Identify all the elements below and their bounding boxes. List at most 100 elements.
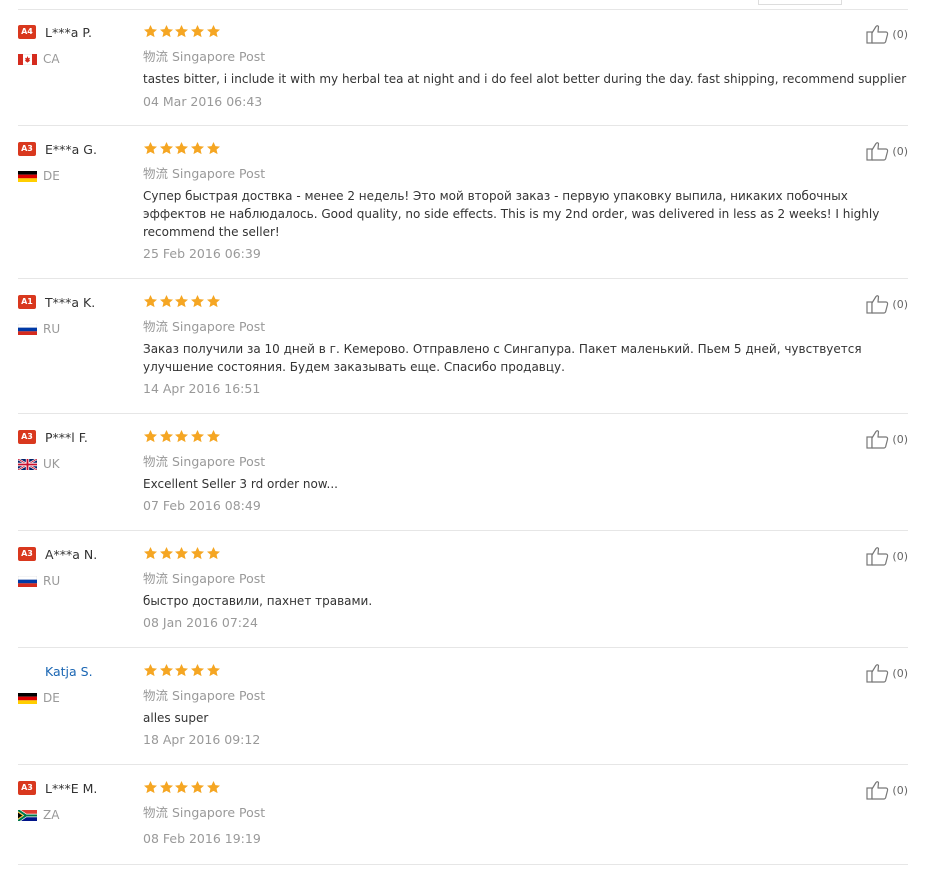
star-icon xyxy=(175,663,189,677)
logistics-label: 物流 xyxy=(143,319,169,334)
reviewer-info: A3 P***l F. UK xyxy=(18,429,138,471)
review-item: A3 L***E M. ZA 物流 Singapore Post 08 Feb … xyxy=(18,780,908,865)
reviewer-name: P***l F. xyxy=(45,429,88,445)
reviewer-info: Katja S. DE xyxy=(18,663,138,705)
buyer-level-badge: A3 xyxy=(18,547,36,561)
logistics-carrier: Singapore Post xyxy=(172,319,266,334)
star-icon xyxy=(144,780,157,794)
review-body: 物流 Singapore Post alles super 18 Apr 201… xyxy=(143,663,908,747)
helpful-button[interactable]: (0) xyxy=(866,141,908,161)
buyer-level-badge: A3 xyxy=(18,781,36,795)
reviewer-name: T***a K. xyxy=(45,294,96,310)
thumbs-up-icon xyxy=(866,430,889,449)
logistics-info: 物流 Singapore Post xyxy=(143,316,908,334)
star-icon xyxy=(206,780,220,794)
helpful-count: (0) xyxy=(892,666,908,680)
helpful-button[interactable]: (0) xyxy=(866,294,908,314)
buyer-level-badge: A3 xyxy=(18,430,36,444)
helpful-button[interactable]: (0) xyxy=(866,429,908,449)
thumbs-up-icon xyxy=(866,25,889,44)
reviewer-info: A4 L***a P. CA xyxy=(18,24,138,66)
logistics-carrier: Singapore Post xyxy=(172,454,266,469)
review-item: A3 E***a G. DE 物流 Singapore Post Супер б… xyxy=(18,141,908,279)
review-date: 04 Mar 2016 06:43 xyxy=(143,94,263,109)
star-icon xyxy=(175,429,189,443)
country-code: CA xyxy=(43,52,60,66)
review-body: 物流 Singapore Post Заказ получили за 10 д… xyxy=(143,294,908,396)
review-date: 08 Jan 2016 07:24 xyxy=(143,615,258,630)
thumbs-up-icon xyxy=(866,295,889,314)
helpful-count: (0) xyxy=(892,783,908,797)
star-icon xyxy=(206,663,220,677)
star-icon xyxy=(159,141,173,155)
review-body: 物流 Singapore Post Excellent Seller 3 rd … xyxy=(143,429,908,513)
reviewer-info: A3 A***a N. RU xyxy=(18,546,138,588)
review-date: 08 Feb 2016 19:19 xyxy=(143,831,261,846)
review-item: A4 L***a P. CA 物流 Singapore Post tastes … xyxy=(18,24,908,126)
star-rating xyxy=(143,141,908,156)
star-icon xyxy=(159,663,173,677)
reviewer-name: E***a G. xyxy=(45,141,97,157)
star-icon xyxy=(159,24,173,38)
country-code: ZA xyxy=(43,808,60,822)
flag-ca-icon xyxy=(18,53,37,65)
review-item: A3 P***l F. UK 物流 Singapore Post Excelle… xyxy=(18,429,908,531)
country-code: UK xyxy=(43,457,60,471)
review-date: 07 Feb 2016 08:49 xyxy=(143,498,261,513)
reviewer-name-link[interactable]: Katja S. xyxy=(45,664,93,679)
helpful-button[interactable]: (0) xyxy=(866,663,908,683)
reviewer-name: A***a N. xyxy=(45,546,98,562)
top-divider xyxy=(18,9,908,10)
flag-de-icon xyxy=(18,692,37,704)
reviewer-name: L***E M. xyxy=(45,780,98,796)
helpful-count: (0) xyxy=(892,432,908,446)
review-text: быстро доставили, пахнет травами. xyxy=(143,594,373,608)
logistics-label: 物流 xyxy=(143,571,169,586)
star-rating xyxy=(143,294,908,309)
star-icon xyxy=(206,429,220,443)
helpful-button[interactable]: (0) xyxy=(866,780,908,800)
review-item: A1 T***a K. RU 物流 Singapore Post Заказ п… xyxy=(18,294,908,414)
logistics-label: 物流 xyxy=(143,688,169,703)
review-text: tastes bitter, i include it with my herb… xyxy=(143,72,907,86)
review-item: Katja S. DE 物流 Singapore Post alles supe… xyxy=(18,663,908,765)
star-rating xyxy=(143,429,908,444)
star-icon xyxy=(159,429,173,443)
logistics-info: 物流 Singapore Post xyxy=(143,802,908,820)
star-rating xyxy=(143,780,908,795)
helpful-button[interactable]: (0) xyxy=(866,546,908,566)
star-icon xyxy=(206,24,220,38)
star-icon xyxy=(159,780,173,794)
star-icon xyxy=(191,546,205,560)
star-icon xyxy=(175,24,189,38)
star-icon xyxy=(175,546,189,560)
helpful-count: (0) xyxy=(892,549,908,563)
star-icon xyxy=(159,546,173,560)
logistics-label: 物流 xyxy=(143,805,169,820)
flag-za-icon xyxy=(18,809,37,821)
review-body: 物流 Singapore Post Супер быстрая доствка … xyxy=(143,141,908,261)
flag-ru-icon xyxy=(18,323,37,335)
star-icon xyxy=(191,663,205,677)
review-date: 25 Feb 2016 06:39 xyxy=(143,246,261,261)
buyer-level-badge: A1 xyxy=(18,295,36,309)
reviewer-info: A3 E***a G. DE xyxy=(18,141,138,183)
thumbs-up-icon xyxy=(866,781,889,800)
logistics-carrier: Singapore Post xyxy=(172,166,266,181)
review-text: Супер быстрая доствка - менее 2 недель! … xyxy=(143,189,880,239)
thumbs-up-icon xyxy=(866,142,889,161)
helpful-count: (0) xyxy=(892,27,908,41)
review-item: A3 A***a N. RU 物流 Singapore Post быстро … xyxy=(18,546,908,648)
review-text: alles super xyxy=(143,711,209,725)
logistics-carrier: Singapore Post xyxy=(172,688,266,703)
star-icon xyxy=(144,546,157,560)
star-icon xyxy=(206,141,220,155)
logistics-info: 物流 Singapore Post xyxy=(143,46,908,64)
helpful-button[interactable]: (0) xyxy=(866,24,908,44)
buyer-level-badge: A3 xyxy=(18,142,36,156)
sort-dropdown-edge[interactable] xyxy=(758,0,842,5)
flag-ru-icon xyxy=(18,575,37,587)
helpful-count: (0) xyxy=(892,297,908,311)
logistics-info: 物流 Singapore Post xyxy=(143,451,908,469)
reviewer-name: L***a P. xyxy=(45,24,92,40)
